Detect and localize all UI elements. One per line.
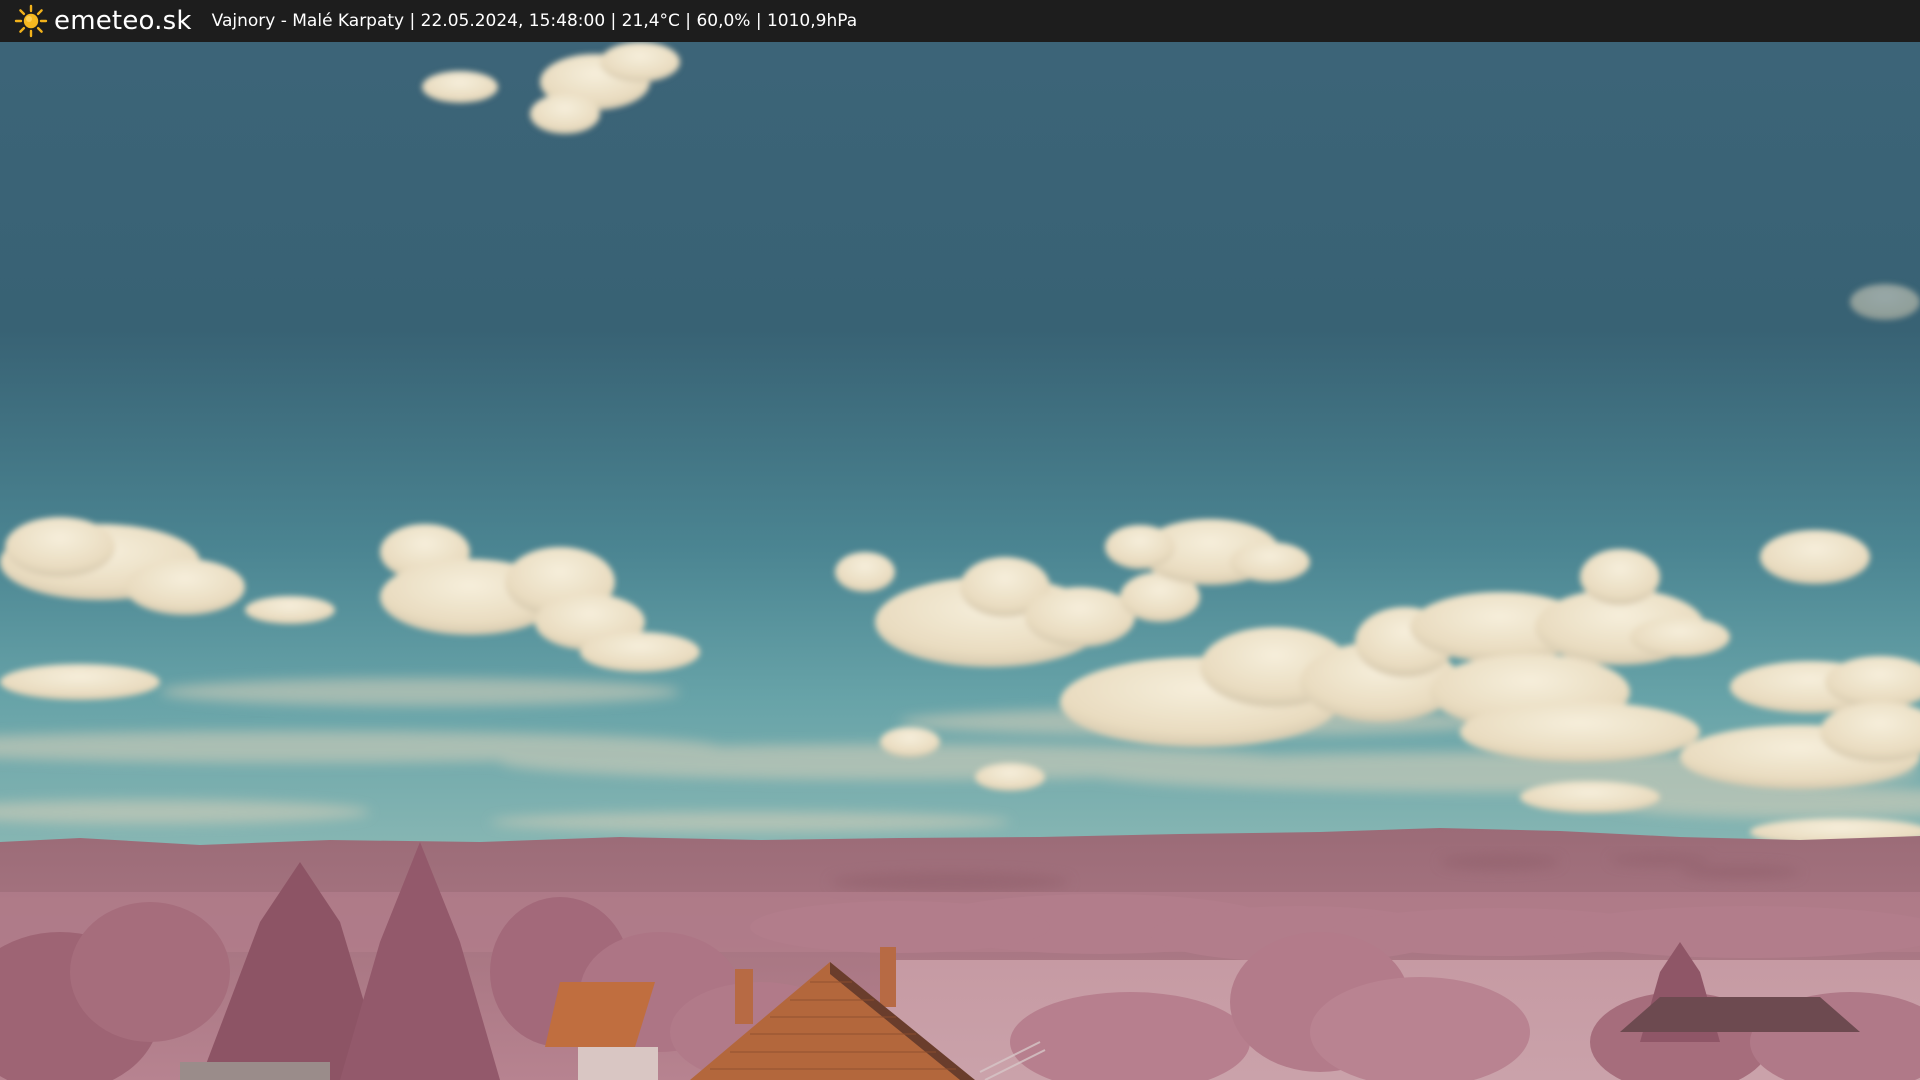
brand-name: emeteo.sk <box>54 6 192 36</box>
sun-icon <box>14 4 48 38</box>
info-bar: emeteo.sk Vajnory - Malé Karpaty | 22.05… <box>0 0 1920 42</box>
station-caption: Vajnory - Malé Karpaty | 22.05.2024, 15:… <box>211 11 858 31</box>
landscape-photo <box>0 42 1920 1080</box>
camera-image <box>0 42 1920 1080</box>
brand-logo[interactable]: emeteo.sk <box>14 4 192 38</box>
webcam-frame: emeteo.sk Vajnory - Malé Karpaty | 22.05… <box>0 0 1920 1080</box>
